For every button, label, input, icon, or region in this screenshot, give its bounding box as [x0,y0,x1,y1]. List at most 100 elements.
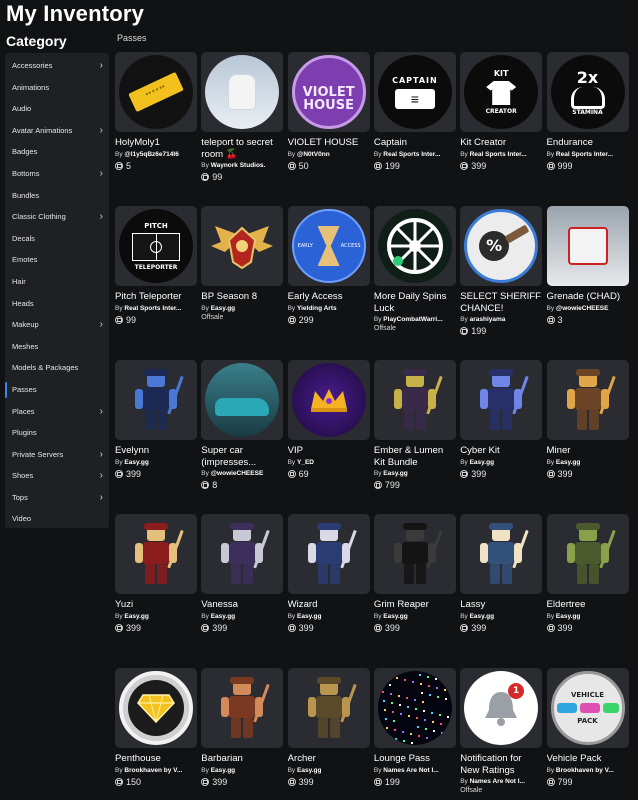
item-thumbnail[interactable]: VEHICLE PACK [546,668,629,748]
item-name[interactable]: Cyber Kit [460,445,542,457]
item-name[interactable]: Captain [374,137,456,149]
item-name[interactable]: Archer [288,753,370,765]
item-creator[interactable]: By Real Sports Inter... [547,151,629,158]
item-creator[interactable]: By Names Are Not I... [460,778,542,785]
item-creator[interactable]: By Real Sports Inter... [460,151,542,158]
creator-name[interactable]: @N0tV0nn [297,151,330,158]
sidebar-item-animations[interactable]: Animations [5,77,109,99]
creator-name[interactable]: Names Are Not I... [383,767,438,774]
item-creator[interactable]: By @N0tV0nn [288,151,370,158]
sidebar-item-accessories[interactable]: Accessories › [5,55,109,77]
item-creator[interactable]: By Easy.gg [201,305,283,312]
item-name[interactable]: Grim Reaper [374,599,456,611]
creator-name[interactable]: @wowieCHEESE [211,470,264,477]
creator-name[interactable]: Easy.gg [470,459,494,466]
item-card[interactable]: VIP By Y_ED 69 [287,360,370,479]
creator-name[interactable]: Waynork Studios. [211,162,266,169]
item-name[interactable]: Yuzi [115,599,197,611]
sidebar-item-hair[interactable]: Hair [5,271,109,293]
sidebar-item-private-servers[interactable]: Private Servers › [5,444,109,466]
item-creator[interactable]: By @wowieCHEESE [547,305,629,312]
item-card[interactable]: Yuzi By Easy.gg 399 [115,514,197,633]
sidebar-item-emotes[interactable]: Emotes [5,249,109,271]
sidebar-item-heads[interactable]: Heads [5,293,109,315]
character-thumbnail[interactable] [201,668,284,748]
item-creator[interactable]: By Easy.gg [374,613,456,620]
creator-name[interactable]: Easy.gg [383,470,407,477]
item-name[interactable]: Miner [547,445,629,457]
creator-name[interactable]: Easy.gg [556,613,580,620]
character-thumbnail[interactable] [287,514,370,594]
item-card[interactable]: % SELECT SHERIFF CHANCE! By arashiyama 199 [460,206,543,336]
item-name[interactable]: Super car (impresses... [201,445,283,468]
item-card[interactable]: Evelynn By Easy.gg 399 [115,360,197,479]
creator-name[interactable]: Brookhaven by V... [556,767,614,774]
item-thumbnail[interactable]: % [460,206,543,286]
item-name[interactable]: VIP [288,445,370,457]
sidebar-item-meshes[interactable]: Meshes [5,336,109,358]
item-card[interactable]: Super car (impresses... By @wowieCHEESE 8 [201,360,284,490]
item-name[interactable]: Eldertree [547,599,629,611]
item-card[interactable]: Wizard By Easy.gg 399 [287,514,370,633]
item-card[interactable]: CAPTAIN ≡ Captain By Real Sports Inter... 19… [373,52,456,171]
creator-name[interactable]: Easy.gg [211,613,235,620]
item-card[interactable]: EARLY ACCESS Early Access By Yielding Arts 2… [287,206,370,325]
creator-name[interactable]: arashiyama [470,316,506,323]
item-card[interactable]: KIT CREATOR Kit Creator By Real Sports Inte… [460,52,543,171]
grenade-thumbnail[interactable] [546,206,629,286]
item-creator[interactable]: By Brookhaven by V... [115,767,197,774]
sidebar-item-makeup[interactable]: Makeup › [5,314,109,336]
item-card[interactable]: Archer By Easy.gg 399 [287,668,370,787]
item-creator[interactable]: By Easy.gg [288,767,370,774]
item-name[interactable]: Kit Creator [460,137,542,149]
item-creator[interactable]: By Easy.gg [460,459,542,466]
item-card[interactable]: Miner By Easy.gg 399 [546,360,629,479]
character-thumbnail[interactable] [287,668,370,748]
item-name[interactable]: Vanessa [201,599,283,611]
sidebar-item-tops[interactable]: Tops › [5,487,109,509]
creator-name[interactable]: Easy.gg [211,305,235,312]
item-name[interactable]: Barbarian [201,753,283,765]
item-thumbnail[interactable] [373,206,456,286]
creator-name[interactable]: Easy.gg [470,613,494,620]
character-thumbnail[interactable] [546,360,629,440]
item-name[interactable]: More Daily Spins Luck [374,291,456,314]
sidebar-item-badges[interactable]: Badges [5,141,109,163]
item-card[interactable]: VIOLET HOUSE VIOLET HOUSE By @N0tV0nn 50 [287,52,370,171]
sidebar-item-shoes[interactable]: Shoes › [5,465,109,487]
item-creator[interactable]: By Yielding Arts [288,305,370,312]
item-creator[interactable]: By Easy.gg [547,459,629,466]
item-card[interactable]: HolyMoly1 By @l1y5qBz6e714I6 5 [115,52,197,171]
item-name[interactable]: BP Season 8 [201,291,283,303]
creator-name[interactable]: Real Sports Inter... [470,151,527,158]
item-card[interactable]: Grim Reaper By Easy.gg 399 [373,514,456,633]
item-card[interactable]: BP Season 8 By Easy.gg Offsale [201,206,284,321]
creator-name[interactable]: @l1y5qBz6e714I6 [124,151,178,158]
item-card[interactable]: teleport to secret room 🍒 By Waynork Stud… [201,52,284,182]
character-thumbnail[interactable] [460,360,543,440]
item-name[interactable]: Penthouse [115,753,197,765]
item-name[interactable]: SELECT SHERIFF CHANCE! [460,291,542,314]
item-name[interactable]: Grenade (CHAD) [547,291,629,303]
item-thumbnail[interactable] [201,52,284,132]
item-name[interactable]: Lassy [460,599,542,611]
sidebar-item-video[interactable]: Video [5,508,109,530]
item-thumbnail[interactable]: 2x STAMINA [546,52,629,132]
creator-name[interactable]: Easy.gg [297,613,321,620]
creator-name[interactable]: Yielding Arts [297,305,337,312]
item-thumbnail[interactable] [201,206,284,286]
creator-name[interactable]: Brookhaven by V... [124,767,182,774]
creator-name[interactable]: Easy.gg [297,767,321,774]
creator-name[interactable]: Real Sports Inter... [556,151,613,158]
item-thumbnail[interactable]: PITCH TELEPORTER [115,206,197,286]
item-thumbnail[interactable] [373,668,456,748]
item-thumbnail[interactable]: VIOLET HOUSE [287,52,370,132]
item-creator[interactable]: By Brookhaven by V... [547,767,629,774]
sidebar-item-models-packages[interactable]: Models & Packages [5,357,109,379]
item-creator[interactable]: By Easy.gg [460,613,542,620]
creator-name[interactable]: Names Are Not I... [470,778,525,785]
creator-name[interactable]: Easy.gg [124,613,148,620]
character-thumbnail[interactable] [373,360,456,440]
character-thumbnail[interactable] [115,514,197,594]
sidebar-item-avatar-animations[interactable]: Avatar Animations › [5,120,109,142]
